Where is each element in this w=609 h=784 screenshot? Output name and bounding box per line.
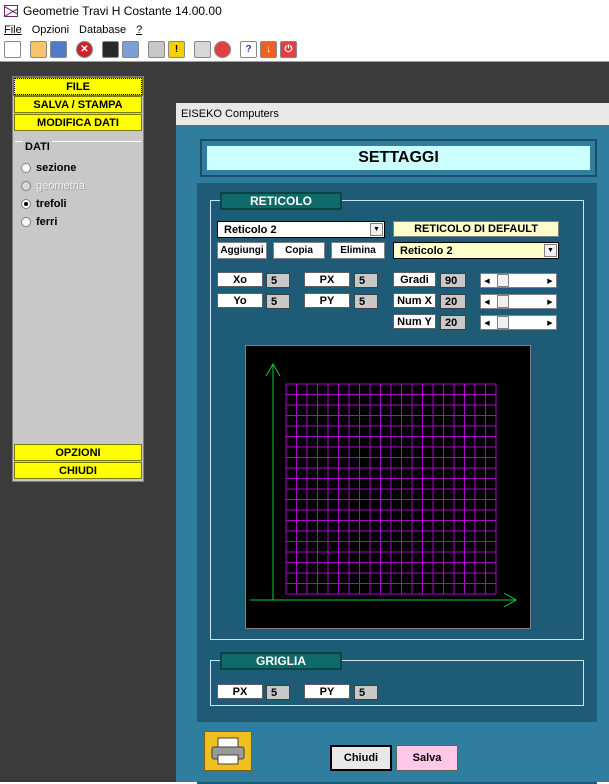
- numy-label: Num Y: [393, 314, 436, 329]
- title-bar: Geometrie Travi H Costante 14.00.00: [0, 0, 609, 22]
- griglia-py-label: PY: [304, 684, 350, 699]
- py-field[interactable]: 5: [354, 294, 378, 309]
- app-icon: [4, 5, 18, 17]
- aggiungi-button[interactable]: Aggiungi: [217, 242, 267, 259]
- radio-ferri[interactable]: ferri: [21, 216, 57, 228]
- scroll-right-icon[interactable]: ▶: [544, 274, 556, 287]
- numx-field[interactable]: 20: [440, 294, 466, 309]
- numy-field[interactable]: 20: [440, 315, 466, 330]
- radio-label: trefoli: [36, 198, 67, 210]
- chevron-down-icon[interactable]: ▼: [370, 223, 383, 236]
- settaggi-header: SETTAGGI: [207, 146, 590, 170]
- xo-label: Xo: [217, 272, 263, 287]
- menu-database[interactable]: Database: [79, 24, 126, 36]
- radio-geometria: geometria: [21, 180, 85, 192]
- griglia-tab: GRIGLIA: [220, 652, 342, 670]
- grid-lines: [285, 383, 497, 595]
- new-file-icon[interactable]: [4, 41, 21, 58]
- grid-preview: [245, 345, 531, 629]
- scroll-left-icon[interactable]: ◀: [481, 295, 493, 308]
- grid-preview-canvas: [250, 363, 517, 608]
- chiudi-sidebar-button[interactable]: CHIUDI: [14, 462, 142, 479]
- reticolo-select-value: Reticolo 2: [224, 223, 277, 236]
- salva-stampa-button[interactable]: SALVA / STAMPA: [14, 96, 142, 113]
- radio-trefoli[interactable]: trefoli: [21, 198, 67, 210]
- radio-label: geometria: [36, 180, 85, 192]
- help-icon[interactable]: ?: [240, 41, 257, 58]
- settings-icon[interactable]: [194, 41, 211, 58]
- yo-field[interactable]: 5: [266, 294, 290, 309]
- scroll-right-icon[interactable]: ▶: [544, 316, 556, 329]
- px-field[interactable]: 5: [354, 273, 378, 288]
- default-reticolo-select[interactable]: Reticolo 2 ▼: [393, 242, 559, 259]
- menu-file[interactable]: File: [4, 24, 22, 36]
- scroll-thumb[interactable]: [497, 274, 509, 287]
- radio-button[interactable]: [21, 217, 31, 227]
- dati-label: DATI: [23, 141, 52, 153]
- scroll-thumb[interactable]: [497, 316, 509, 329]
- copia-button[interactable]: Copia: [273, 242, 325, 259]
- menu-help[interactable]: ?: [136, 24, 142, 36]
- menu-bar: File Opzioni Database ?: [0, 22, 609, 38]
- griglia-px-label: PX: [217, 684, 263, 699]
- download-icon[interactable]: ↓: [260, 41, 277, 58]
- scroll-thumb[interactable]: [497, 295, 509, 308]
- radio-button[interactable]: [21, 163, 31, 173]
- stop-icon[interactable]: ✕: [76, 41, 93, 58]
- radio-label: ferri: [36, 216, 58, 228]
- reticolo-select[interactable]: Reticolo 2 ▼: [217, 221, 385, 238]
- salva-button[interactable]: Salva: [396, 745, 458, 771]
- file-button[interactable]: FILE: [13, 77, 143, 96]
- radio-label: sezione: [36, 162, 77, 174]
- dialog-title: EISEKO Computers: [176, 103, 609, 125]
- yo-label: Yo: [217, 293, 263, 308]
- numy-scrollbar[interactable]: ◀ ▶: [480, 315, 557, 330]
- printer-icon[interactable]: [204, 731, 252, 771]
- left-panel: FILE SALVA / STAMPA MODIFICA DATI DATI s…: [12, 76, 144, 482]
- scroll-right-icon[interactable]: ▶: [544, 295, 556, 308]
- menu-opzioni[interactable]: Opzioni: [32, 24, 69, 36]
- gradi-scrollbar[interactable]: ◀ ▶: [480, 273, 557, 288]
- header-frame: SETTAGGI: [200, 139, 597, 177]
- calculator-icon[interactable]: [148, 41, 165, 58]
- warning-icon[interactable]: !: [168, 41, 185, 58]
- xo-field[interactable]: 5: [266, 273, 290, 288]
- modifica-dati-button[interactable]: MODIFICA DATI: [14, 114, 142, 131]
- lifebuoy-icon[interactable]: [214, 41, 231, 58]
- default-reticolo-value: Reticolo 2: [400, 244, 453, 257]
- radio-sezione[interactable]: sezione: [21, 162, 76, 174]
- open-folder-icon[interactable]: [30, 41, 47, 58]
- book-icon[interactable]: [50, 41, 67, 58]
- reticolo-default-header: RETICOLO DI DEFAULT: [393, 221, 559, 237]
- scroll-left-icon[interactable]: ◀: [481, 274, 493, 287]
- document-icon[interactable]: [122, 41, 139, 58]
- save-icon[interactable]: [102, 41, 119, 58]
- griglia-px-field[interactable]: 5: [266, 685, 290, 700]
- chevron-down-icon[interactable]: ▼: [544, 244, 557, 257]
- toolbar: ✕ ! ? ↓ ⏻: [0, 38, 609, 62]
- gradi-label: Gradi: [393, 272, 436, 287]
- power-icon[interactable]: ⏻: [280, 41, 297, 58]
- px-label: PX: [304, 272, 350, 287]
- numx-scrollbar[interactable]: ◀ ▶: [480, 294, 557, 309]
- radio-button: [21, 181, 31, 191]
- scroll-left-icon[interactable]: ◀: [481, 316, 493, 329]
- opzioni-button[interactable]: OPZIONI: [14, 444, 142, 461]
- elimina-button[interactable]: Elimina: [331, 242, 385, 259]
- window-title: Geometrie Travi H Costante 14.00.00: [23, 4, 222, 18]
- griglia-py-field[interactable]: 5: [354, 685, 378, 700]
- py-label: PY: [304, 293, 350, 308]
- gradi-field[interactable]: 90: [440, 273, 466, 288]
- chiudi-button[interactable]: Chiudi: [330, 745, 392, 771]
- radio-button[interactable]: [21, 199, 31, 209]
- reticolo-tab: RETICOLO: [220, 192, 342, 210]
- numx-label: Num X: [393, 293, 436, 308]
